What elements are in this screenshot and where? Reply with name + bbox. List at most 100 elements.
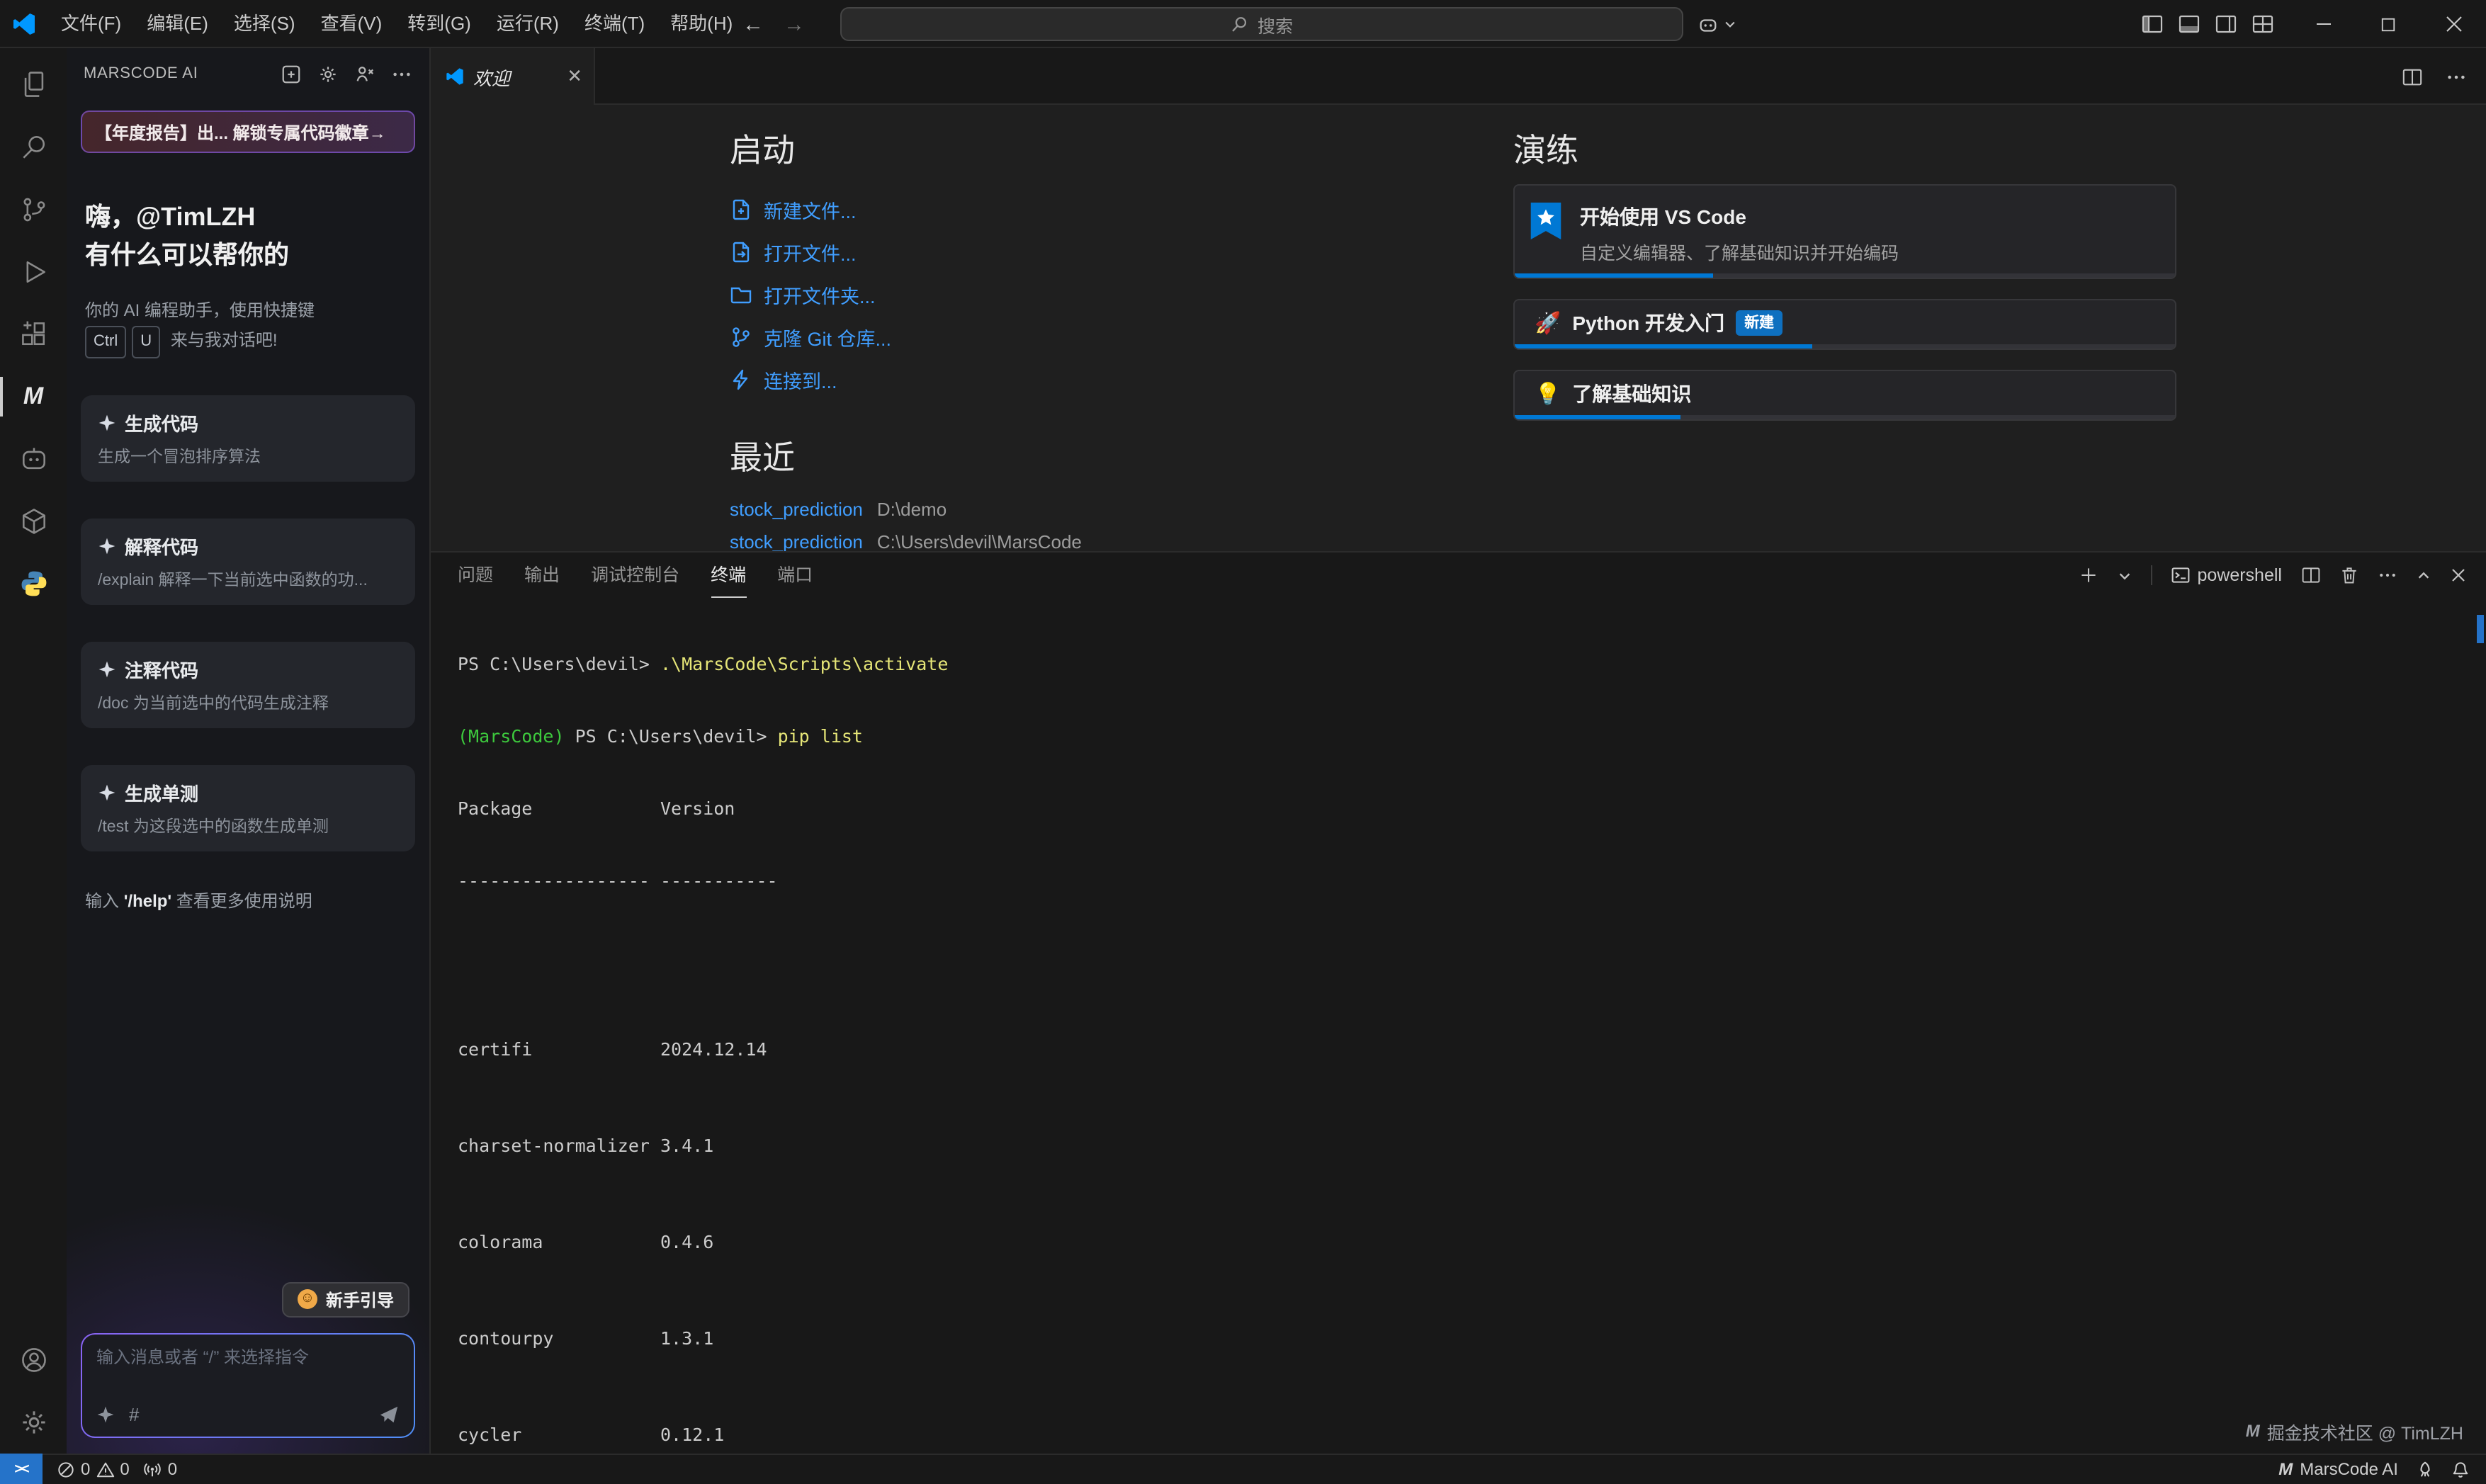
search-label: 搜索 xyxy=(1258,11,1293,38)
greeting-line1: 嗨，@TimLZH xyxy=(85,198,411,237)
back-icon[interactable]: ← xyxy=(742,12,764,36)
close-panel-icon[interactable] xyxy=(2449,567,2466,584)
kill-terminal-icon[interactable] xyxy=(2339,565,2358,585)
minimize-button[interactable] xyxy=(2290,0,2356,48)
package-list: certifi2024.12.14 charset-normalizer3.4.… xyxy=(458,941,2452,1453)
walkthrough-python[interactable]: 🚀 Python 开发入门 新建 xyxy=(1513,299,2176,350)
more-actions-icon[interactable] xyxy=(391,63,412,84)
hash-icon[interactable]: # xyxy=(129,1403,139,1424)
ai-assistant-icon[interactable] xyxy=(0,428,67,490)
clone-repo-link[interactable]: 克隆 Git 仓库... xyxy=(730,316,1082,358)
problems-status[interactable]: 0 0 xyxy=(57,1459,130,1479)
toggle-panel-icon[interactable] xyxy=(2177,13,2200,35)
toggle-sidebar-icon[interactable] xyxy=(2140,13,2163,35)
menubar: 文件(F)编辑(E)选择(S)查看(V)转到(G)运行(R)终端(T)帮助(H) xyxy=(48,0,745,47)
sparkle-icon[interactable] xyxy=(96,1405,115,1423)
connect-to-link[interactable]: 连接到... xyxy=(730,358,1082,401)
terminal-output[interactable]: PS C:\Users\devil> .\MarsCode\Scripts\ac… xyxy=(458,604,2452,1453)
explorer-icon[interactable] xyxy=(0,54,67,116)
menu-item[interactable]: 转到(G) xyxy=(395,0,484,47)
walkthrough-get-started[interactable]: 开始使用 VS Code 自定义编辑器、了解基础知识并开始编码 xyxy=(1513,184,2176,279)
chevron-down-icon xyxy=(1723,17,1737,31)
copilot-menu[interactable] xyxy=(1697,0,1737,48)
menu-item[interactable]: 运行(R) xyxy=(484,0,572,47)
quick-action-cards: 生成代码 生成一个冒泡排序算法 解释代码 /explain 解释一下当前选中函数… xyxy=(81,395,415,851)
history-nav: ← → xyxy=(742,0,805,48)
tab-terminal[interactable]: 终端 xyxy=(711,553,746,597)
chat-input-box[interactable]: # xyxy=(81,1332,415,1437)
run-and-debug-icon[interactable] xyxy=(0,241,67,303)
more-actions-icon[interactable] xyxy=(2377,565,2397,585)
terminal-dropdown-icon[interactable] xyxy=(2116,567,2132,583)
quick-action-card[interactable]: 生成单测 /test 为这段选中的函数生成单测 xyxy=(81,765,415,851)
python-icon[interactable] xyxy=(0,553,67,615)
launch-icon[interactable] xyxy=(2415,1460,2434,1478)
new-terminal-icon[interactable] xyxy=(2078,565,2098,585)
walkthrough-fundamentals[interactable]: 💡 了解基础知识 xyxy=(1513,370,2176,421)
warning-icon xyxy=(96,1460,114,1478)
forward-icon[interactable]: → xyxy=(784,12,805,36)
open-file-link[interactable]: 打开文件... xyxy=(730,231,1082,273)
share-session-icon[interactable] xyxy=(354,63,375,84)
ports-status[interactable]: 0 xyxy=(144,1459,177,1479)
remote-indicator[interactable]: >< xyxy=(0,1454,43,1484)
greeting-line2: 有什么可以帮你的 xyxy=(85,237,411,275)
quick-action-card[interactable]: 注释代码 /doc 为当前选中的代码生成注释 xyxy=(81,642,415,728)
chat-input[interactable] xyxy=(82,1334,414,1366)
search-input[interactable]: 搜索 xyxy=(840,7,1683,41)
toggle-secondary-sidebar-icon[interactable] xyxy=(2214,13,2237,35)
split-editor-icon[interactable] xyxy=(2401,66,2422,87)
search-icon[interactable] xyxy=(0,116,67,179)
account-icon[interactable] xyxy=(0,1328,67,1390)
extensions-icon[interactable] xyxy=(0,303,67,366)
toolbox-icon[interactable] xyxy=(0,490,67,553)
quick-action-card[interactable]: 解释代码 /explain 解释一下当前选中函数的功... xyxy=(81,519,415,605)
statusbar: >< 0 0 0 M MarsCode AI xyxy=(0,1453,2486,1484)
bell-icon[interactable] xyxy=(2451,1460,2469,1478)
intro-text: 你的 AI 编程助手，使用快捷键 CtrlU 来与我对话吧! xyxy=(85,296,411,358)
titlebar: 文件(F)编辑(E)选择(S)查看(V)转到(G)运行(R)终端(T)帮助(H)… xyxy=(0,0,2486,48)
send-icon[interactable] xyxy=(378,1403,400,1424)
more-actions-icon[interactable] xyxy=(2445,66,2466,87)
settings-gear-icon[interactable] xyxy=(0,1390,67,1453)
help-hint: 输入 '/help' 查看更多使用说明 xyxy=(85,888,411,912)
onboarding-button[interactable]: ☺ 新手引导 xyxy=(282,1281,409,1317)
maximize-button[interactable] xyxy=(2356,0,2421,48)
sparkle-icon xyxy=(98,660,116,679)
recent-item[interactable]: stock_prediction C:\Users\devil\MarsCode xyxy=(730,526,1082,551)
tab-welcome[interactable]: 欢迎 ✕ xyxy=(431,48,595,105)
marscode-status[interactable]: M MarsCode AI xyxy=(2278,1459,2398,1479)
new-chat-icon[interactable] xyxy=(281,63,302,84)
recent-heading: 最近 xyxy=(730,431,1082,479)
source-control-icon[interactable] xyxy=(0,179,67,241)
recent-item[interactable]: stock_prediction D:\demo xyxy=(730,493,1082,526)
menu-item[interactable]: 终端(T) xyxy=(572,0,657,47)
column-package: Package xyxy=(458,796,660,820)
menu-item[interactable]: 帮助(H) xyxy=(657,0,745,47)
tab-output[interactable]: 输出 xyxy=(524,553,560,597)
tab-problems[interactable]: 问题 xyxy=(458,553,493,597)
tab-ports[interactable]: 端口 xyxy=(777,553,813,597)
new-file-link[interactable]: 新建文件... xyxy=(730,188,1082,231)
menu-item[interactable]: 选择(S) xyxy=(221,0,308,47)
open-folder-link[interactable]: 打开文件夹... xyxy=(730,273,1082,316)
gear-icon[interactable] xyxy=(317,63,339,84)
menu-item[interactable]: 文件(F) xyxy=(48,0,134,47)
split-terminal-icon[interactable] xyxy=(2300,565,2320,585)
customize-layout-icon[interactable] xyxy=(2251,13,2273,35)
close-button[interactable] xyxy=(2421,0,2486,48)
menu-item[interactable]: 编辑(E) xyxy=(134,0,221,47)
quick-action-card[interactable]: 生成代码 生成一个冒泡排序算法 xyxy=(81,395,415,482)
open-file-icon xyxy=(730,241,752,264)
radio-tower-icon xyxy=(144,1460,162,1478)
tab-debug-console[interactable]: 调试控制台 xyxy=(591,553,679,597)
tab-close-icon[interactable]: ✕ xyxy=(567,65,582,88)
menu-item[interactable]: 查看(V) xyxy=(308,0,395,47)
walkthroughs-heading: 演练 xyxy=(1513,123,2176,171)
marscode-ai-icon[interactable]: M xyxy=(0,366,67,428)
community-watermark: M 掘金技术社区 @ TimLZH xyxy=(2246,1417,2463,1444)
terminal-scrollbar[interactable] xyxy=(2476,615,2483,643)
annual-report-banner[interactable]: 【年度报告】出... 解锁专属代码徽章→ xyxy=(81,111,415,153)
maximize-panel-icon[interactable] xyxy=(2415,567,2431,583)
shell-selector[interactable]: powershell xyxy=(2170,565,2282,585)
